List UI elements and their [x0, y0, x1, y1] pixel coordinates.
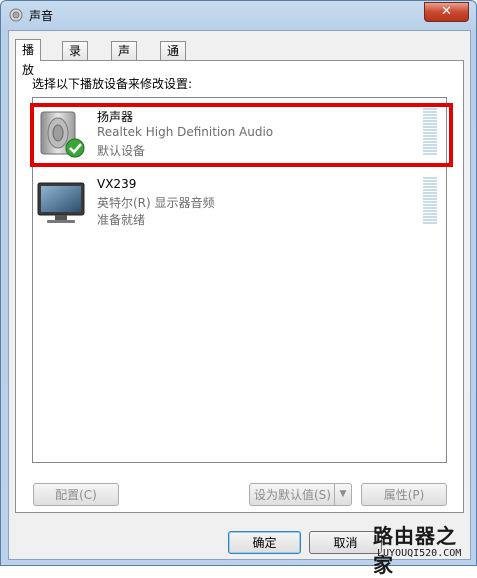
- device-status: 默认设备: [97, 144, 146, 158]
- device-description: 英特尔(R) 显示器音频: [97, 196, 215, 210]
- device-name: VX239: [97, 177, 137, 191]
- sound-dialog-window: 声音 ✕ 播放 录制 声音 通信 选择以下播放设备来修改设置:: [0, 0, 477, 566]
- speaker-title-icon: [9, 8, 23, 22]
- tab-playback[interactable]: 播放: [15, 39, 42, 77]
- title-bar: 声音 ✕: [1, 1, 476, 29]
- dialog-client-area: 播放 录制 声音 通信 选择以下播放设备来修改设置:: [8, 30, 471, 560]
- device-status: 准备就绪: [97, 213, 146, 227]
- tab-sounds[interactable]: 声音: [111, 41, 138, 76]
- device-item-monitor[interactable]: VX239 英特尔(R) 显示器音频 准备就绪: [33, 171, 446, 233]
- properties-button[interactable]: 属性(P): [361, 483, 447, 506]
- chevron-down-icon[interactable]: ▼: [334, 484, 351, 505]
- playback-panel: 选择以下播放设备来修改设置: 扬声器 Realtek High Definiti…: [15, 60, 464, 513]
- tab-recording[interactable]: 录制: [62, 41, 89, 76]
- watermark-logo: 路由器之家 LUYOUQI520.COM: [373, 520, 473, 577]
- set-default-label: 设为默认值(S): [254, 488, 331, 502]
- configure-button[interactable]: 配置(C): [33, 483, 119, 506]
- device-list[interactable]: 扬声器 Realtek High Definition Audio 默认设备 V…: [30, 97, 453, 463]
- monitor-icon: [37, 182, 85, 223]
- volume-meter: [423, 108, 437, 158]
- instruction-text: 选择以下播放设备来修改设置:: [32, 77, 193, 91]
- watermark-url-text: LUYOUQI520.COM: [377, 548, 462, 559]
- device-name: 扬声器: [97, 110, 134, 124]
- ok-button[interactable]: 确定: [228, 531, 301, 554]
- volume-meter: [423, 177, 437, 227]
- tab-communications[interactable]: 通信: [160, 41, 187, 76]
- cancel-button[interactable]: 取消: [309, 531, 382, 554]
- set-default-button[interactable]: 设为默认值(S) ▼: [249, 483, 352, 506]
- close-button[interactable]: ✕: [424, 2, 469, 22]
- window-title: 声音: [29, 9, 54, 23]
- device-description: Realtek High Definition Audio: [97, 125, 274, 139]
- device-item-speaker[interactable]: 扬声器 Realtek High Definition Audio 默认设备: [30, 102, 453, 167]
- speaker-icon: [40, 111, 85, 158]
